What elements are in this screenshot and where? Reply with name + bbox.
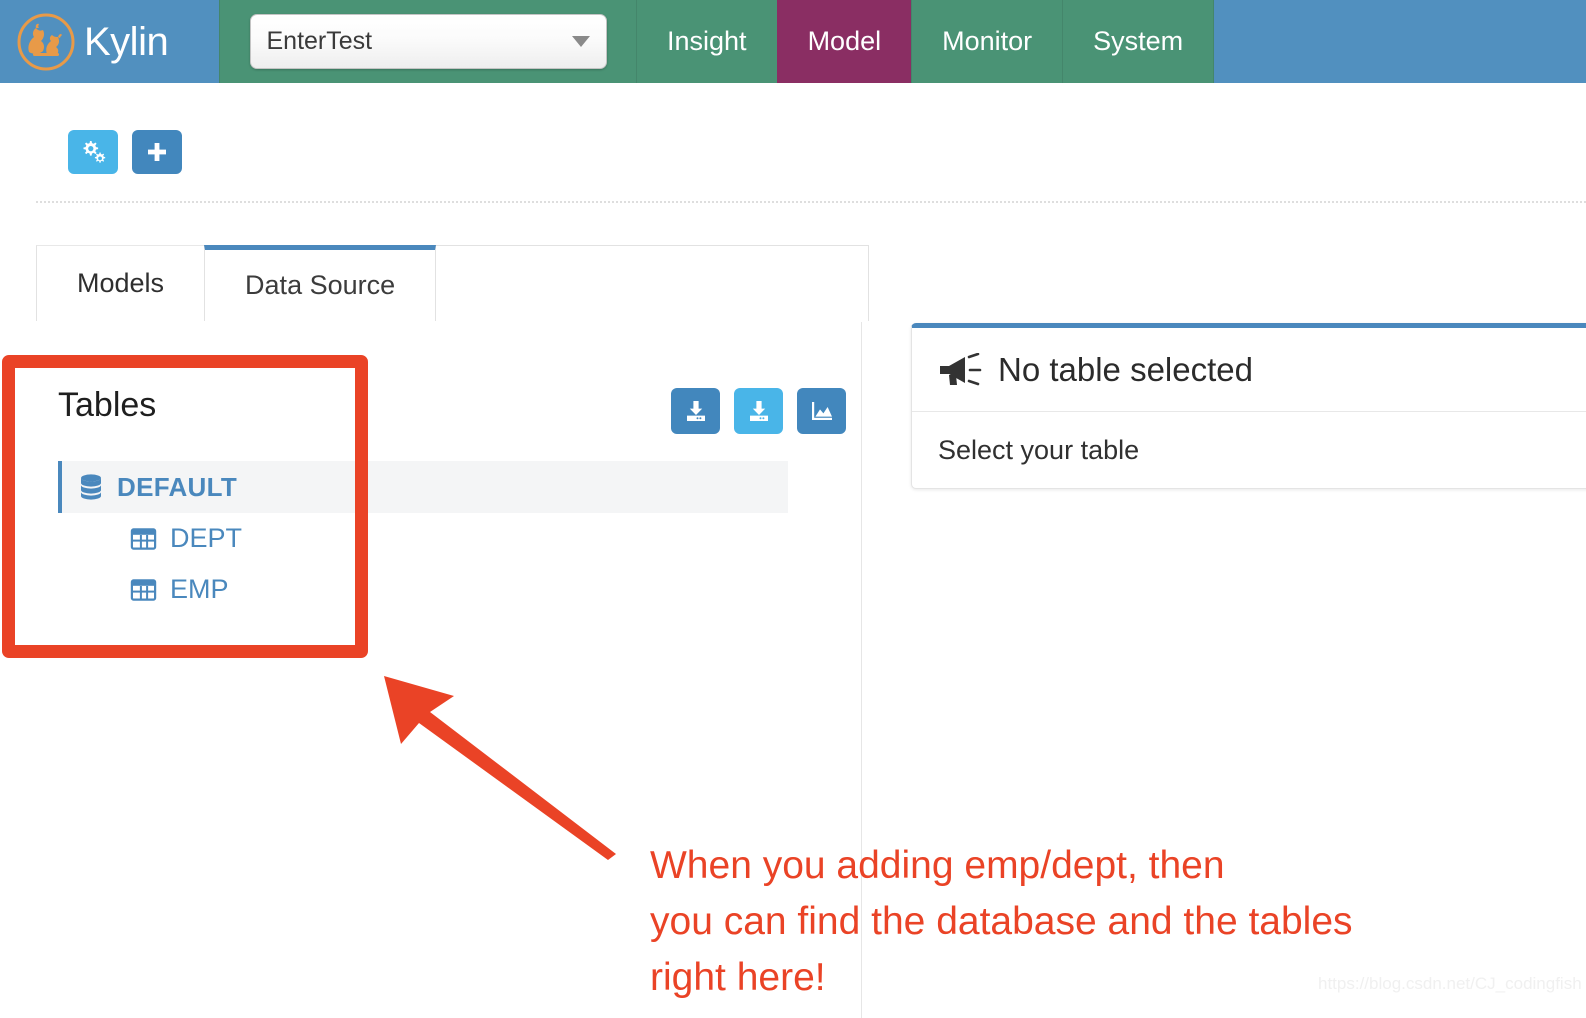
- tree-database-label: DEFAULT: [117, 471, 238, 502]
- content-tabs: Models Data Source: [36, 245, 870, 321]
- load-table-button[interactable]: [671, 388, 720, 434]
- table-tree: DEFAULT DEPT EMP: [58, 461, 788, 615]
- gears-icon: [83, 141, 106, 163]
- tree-database-default[interactable]: DEFAULT: [58, 461, 788, 513]
- project-selector-zone: EnterTest: [219, 0, 636, 83]
- download-table-icon: [686, 401, 705, 421]
- watermark: https://blog.csdn.net/CJ_codingfish: [1318, 974, 1582, 993]
- nav-item-monitor[interactable]: Monitor: [911, 0, 1063, 83]
- project-select-value: EnterTest: [266, 27, 373, 55]
- tab-models[interactable]: Models: [36, 245, 206, 321]
- add-button[interactable]: [132, 130, 182, 174]
- tree-table-dept[interactable]: DEPT: [58, 513, 788, 564]
- panel-title: Tables: [58, 386, 157, 424]
- tab-data-source[interactable]: Data Source: [204, 245, 437, 321]
- top-header-bar: Kylin EnterTest Insight Model Monitor Sy…: [0, 0, 1586, 83]
- main-nav: Insight Model Monitor System: [636, 0, 1214, 83]
- load-table-from-tree-button[interactable]: [734, 388, 783, 434]
- nav-item-insight[interactable]: Insight: [636, 0, 777, 83]
- tree-table-label: DEPT: [170, 523, 243, 553]
- database-icon: [81, 474, 101, 500]
- chart-icon: [811, 402, 832, 420]
- brand-area: Kylin: [0, 0, 219, 83]
- download-table-icon: [749, 401, 768, 421]
- nav-item-model[interactable]: Model: [776, 0, 912, 83]
- plus-icon: [148, 143, 166, 161]
- chevron-down-icon: [571, 36, 590, 47]
- tree-table-label: EMP: [170, 574, 229, 604]
- panel-action-buttons: [671, 388, 846, 434]
- card-body-text: Select your table: [938, 434, 1140, 465]
- table-grid-icon: [130, 578, 157, 601]
- header-filler: [1213, 0, 1586, 83]
- card-header: No table selected: [912, 328, 1586, 412]
- toolbar-divider: [36, 201, 1586, 203]
- tables-panel: Tables DEFAULT DEPT EMP: [36, 322, 862, 1018]
- card-title: No table selected: [998, 350, 1253, 388]
- brand-name: Kylin: [84, 19, 169, 64]
- page-toolbar: [68, 130, 182, 174]
- settings-gears-button[interactable]: [68, 130, 118, 174]
- project-select[interactable]: EnterTest: [249, 14, 607, 69]
- load-hive-chart-button[interactable]: [797, 388, 846, 434]
- card-body: Select your table: [912, 412, 1586, 488]
- megaphone-icon: [940, 352, 982, 385]
- tree-table-emp[interactable]: EMP: [58, 564, 788, 615]
- table-grid-icon: [130, 527, 157, 550]
- tabstrip-filler: [436, 245, 870, 321]
- table-detail-card: No table selected Select your table: [911, 323, 1586, 489]
- nav-item-system[interactable]: System: [1062, 0, 1214, 83]
- kylin-logo-icon: [17, 13, 75, 70]
